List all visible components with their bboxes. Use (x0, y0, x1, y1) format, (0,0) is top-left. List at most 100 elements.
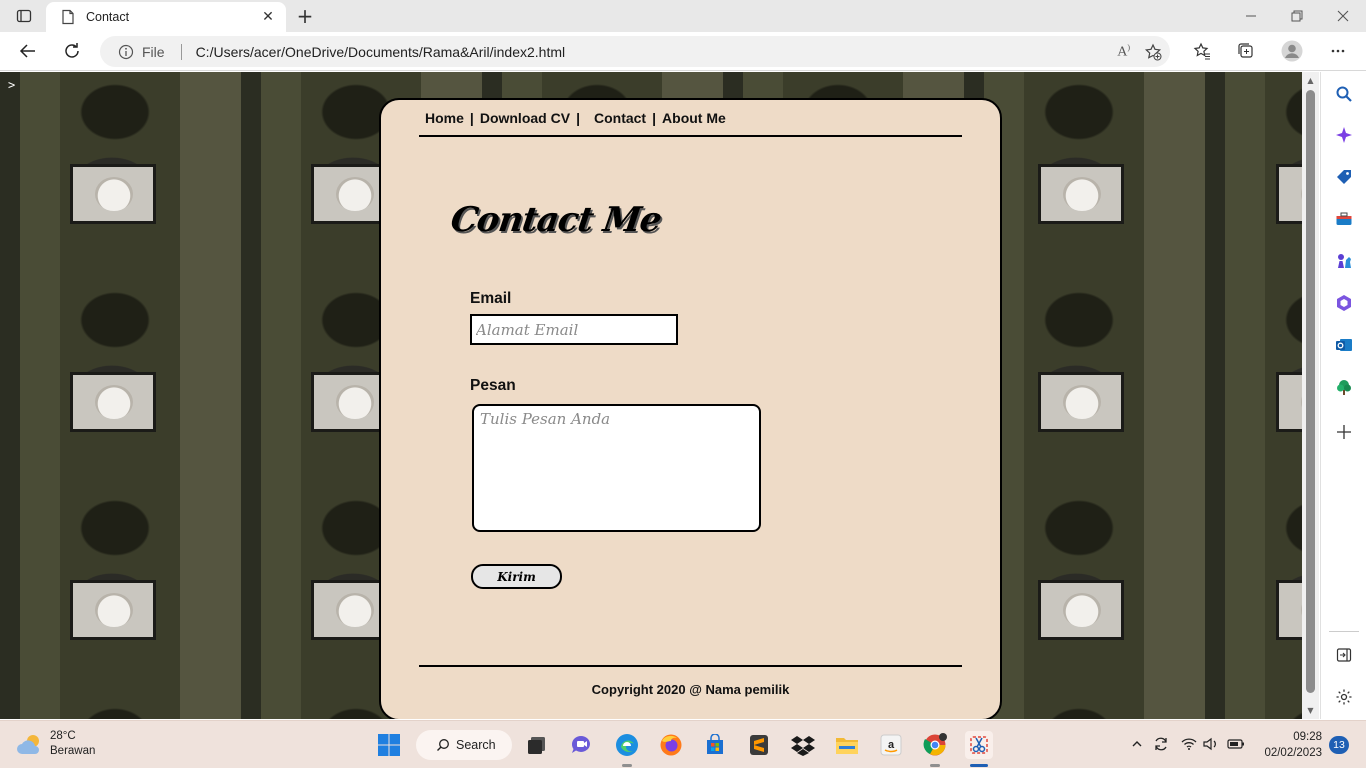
firefox-button[interactable] (657, 731, 685, 759)
weather-widget[interactable]: 28°C Berawan (16, 729, 95, 759)
volume-button[interactable] (1202, 734, 1220, 754)
search-icon (1336, 86, 1352, 102)
nav-link-about-me[interactable]: About Me (662, 110, 726, 126)
back-button[interactable] (12, 36, 44, 66)
amazon-icon: a (880, 734, 902, 756)
info-icon[interactable] (118, 44, 134, 60)
teams-chat-button[interactable] (568, 731, 596, 759)
chrome-button[interactable] (921, 731, 949, 759)
tab-close-icon[interactable]: ✕ (258, 7, 278, 27)
page-icon (62, 9, 74, 25)
close-icon (1337, 10, 1349, 22)
sidebar-search-button[interactable] (1333, 83, 1355, 105)
top-navigation: Home | Download CV | Contact | About Me (425, 110, 726, 126)
email-field[interactable] (470, 314, 678, 345)
battery-icon (1227, 739, 1244, 749)
gear-icon (1336, 689, 1352, 705)
sparkle-icon (1336, 127, 1352, 143)
sidebar-outlook-button[interactable] (1333, 334, 1355, 356)
scroll-up-arrow-icon[interactable]: ▲ (1306, 76, 1315, 85)
snipping-tool-icon (970, 736, 988, 754)
address-bar[interactable]: File C:/Users/acer/OneDrive/Documents/Ra… (100, 36, 1170, 67)
minimize-icon (1246, 15, 1256, 17)
show-hidden-icons-button[interactable] (1128, 734, 1146, 754)
email-label: Email (470, 290, 512, 307)
taskbar-clock[interactable]: 09:28 02/02/2023 (1258, 729, 1322, 761)
sidebar-tools-button[interactable] (1333, 208, 1355, 230)
browser-tab-contact[interactable]: Contact ✕ (46, 2, 286, 32)
battery-button[interactable] (1227, 734, 1245, 754)
content-panel: Home | Download CV | Contact | About Me … (379, 98, 1002, 719)
collections-button[interactable] (1230, 36, 1262, 66)
corner-glyph: > (8, 78, 16, 92)
snipping-tool-button[interactable] (965, 731, 993, 759)
amazon-button[interactable]: a (877, 731, 905, 759)
svg-text:a: a (888, 739, 895, 751)
page-scrollbar[interactable]: ▲ ▼ (1302, 72, 1319, 719)
scrollbar-thumb[interactable] (1306, 90, 1315, 693)
nav-link-home[interactable]: Home (425, 110, 464, 126)
nav-divider (419, 135, 962, 137)
dropbox-icon (791, 736, 815, 756)
tab-strip: Contact ✕ + (0, 0, 1366, 32)
edge-taskbar-button[interactable] (613, 731, 641, 759)
submit-button[interactable]: Kirim (471, 564, 562, 589)
wifi-button[interactable] (1180, 734, 1198, 754)
sidebar-drop-button[interactable] (1333, 376, 1355, 398)
sidebar-games-button[interactable] (1333, 250, 1355, 272)
add-favorite-icon[interactable] (1144, 43, 1162, 61)
sidebar-shopping-button[interactable] (1333, 166, 1355, 188)
refresh-icon (65, 43, 79, 58)
weather-description: Berawan (50, 745, 96, 757)
dropbox-button[interactable] (789, 731, 817, 759)
start-button[interactable] (375, 731, 403, 759)
new-tab-button[interactable]: + (294, 4, 316, 28)
sidebar-copilot-button[interactable] (1333, 124, 1355, 146)
address-url[interactable]: C:/Users/acer/OneDrive/Documents/Rama&Ar… (196, 44, 566, 60)
firefox-icon (660, 734, 682, 756)
sync-status-button[interactable] (1152, 734, 1170, 754)
sidebar-add-button[interactable] (1333, 421, 1355, 443)
message-textarea[interactable] (472, 404, 761, 532)
settings-menu-button[interactable] (1322, 36, 1354, 66)
close-window-button[interactable] (1320, 0, 1366, 32)
profile-button[interactable] (1276, 36, 1308, 66)
read-aloud-icon[interactable]: A) (1117, 43, 1130, 61)
file-explorer-button[interactable] (833, 731, 861, 759)
refresh-button[interactable] (56, 36, 88, 66)
tab-actions-button[interactable] (8, 4, 40, 28)
windows-logo-icon (378, 734, 400, 756)
background-cat-picture (1276, 580, 1302, 640)
nav-separator: | (576, 110, 580, 126)
message-label: Pesan (470, 377, 516, 394)
plus-icon (1337, 425, 1351, 439)
nav-separator: | (652, 110, 657, 126)
sublime-text-button[interactable] (745, 731, 773, 759)
favorites-button[interactable] (1186, 36, 1218, 66)
nav-link-contact[interactable]: Contact (594, 110, 646, 126)
background-cat-picture (1276, 164, 1302, 224)
folder-icon (836, 738, 858, 754)
sidebar-hide-button[interactable] (1333, 644, 1355, 666)
background-cat-picture (1038, 580, 1124, 640)
task-view-button[interactable] (523, 731, 551, 759)
speaker-icon (1203, 737, 1216, 751)
weather-temperature: 28°C (50, 730, 76, 742)
sidebar-settings-button[interactable] (1333, 686, 1355, 708)
tab-title: Contact (86, 10, 130, 24)
notification-badge[interactable]: 13 (1329, 736, 1349, 754)
nav-link-download-cv[interactable]: Download CV (480, 110, 570, 126)
background-cat-picture (1038, 372, 1124, 432)
restore-button[interactable] (1274, 0, 1320, 32)
address-separator (180, 43, 182, 60)
edge-running-indicator (622, 764, 632, 767)
store-icon (707, 734, 723, 754)
minimize-button[interactable] (1228, 0, 1274, 32)
scroll-down-arrow-icon[interactable]: ▼ (1306, 706, 1315, 715)
chess-piece-icon (1338, 254, 1351, 268)
microsoft-store-button[interactable] (701, 731, 729, 759)
collections-icon (1238, 43, 1253, 58)
taskbar-search[interactable]: Search (416, 730, 512, 760)
tag-icon (1337, 170, 1351, 184)
sidebar-office-button[interactable] (1333, 292, 1355, 314)
